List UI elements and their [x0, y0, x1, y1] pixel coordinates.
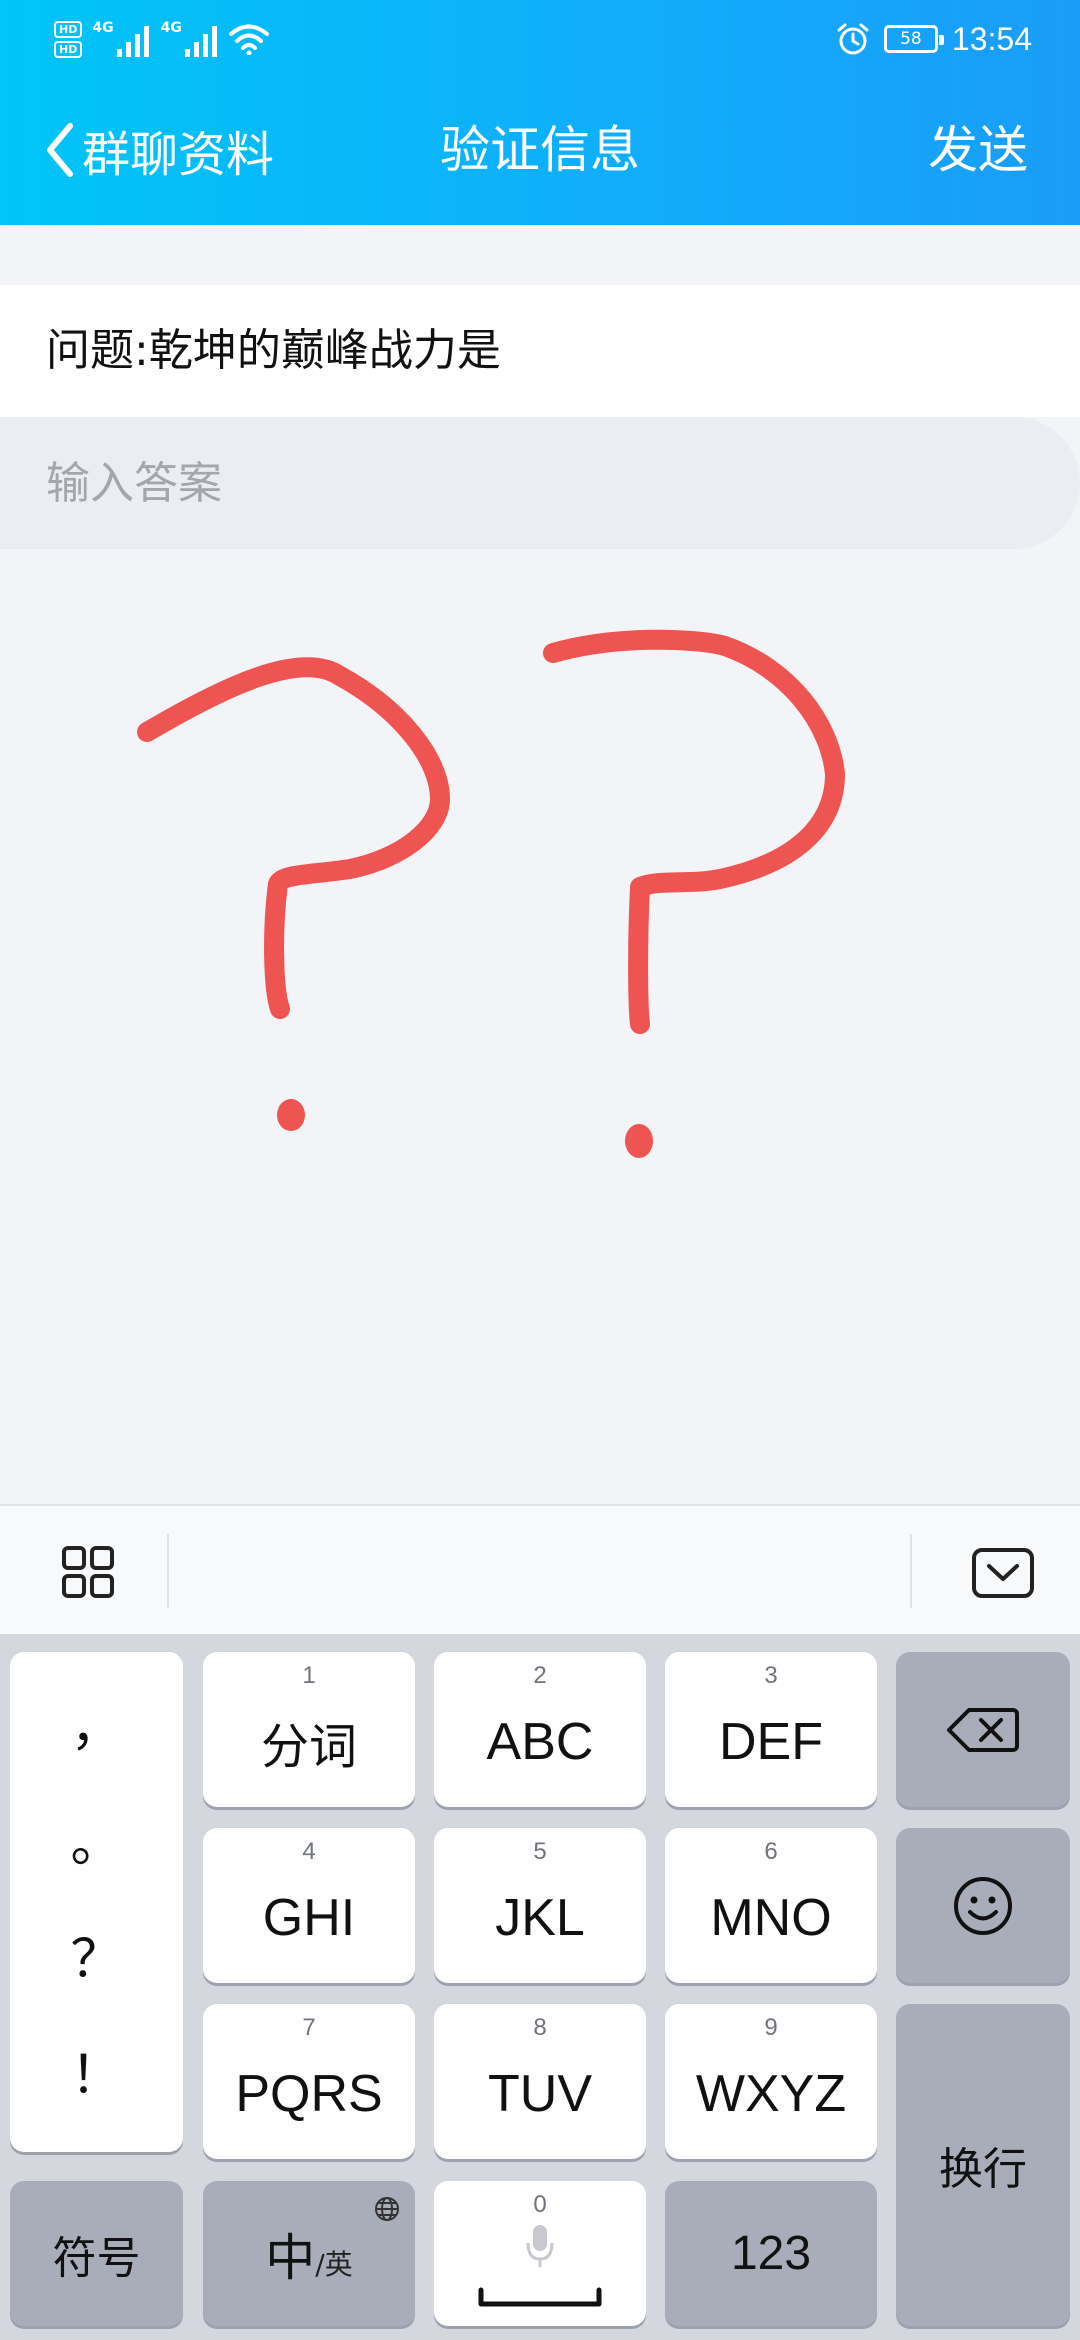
key-label: TUV	[488, 2064, 592, 2123]
punctuation-comma[interactable]: ，	[70, 1698, 122, 1758]
key-number: 7	[302, 2014, 316, 2041]
key-label: MNO	[710, 1888, 832, 1947]
signal-strength-icon	[184, 26, 217, 57]
key-label: ABC	[486, 1712, 594, 1771]
key-number: 2	[533, 1662, 547, 1689]
key-number: 4	[302, 1838, 316, 1865]
question-marks-doodle	[137, 629, 845, 1158]
t9-keyboard: ， 。 ？ ！ 1 分词 2 ABC 3 DEF 4 GHI 5 JKL 6 M…	[0, 1634, 1080, 2340]
key-label: JKL	[495, 1888, 585, 1947]
key-4-ghi[interactable]: 4 GHI	[203, 1828, 415, 1983]
numbers-key-label: 123	[730, 2227, 812, 2280]
language-english-label: /英	[315, 2247, 353, 2281]
key-number: 9	[764, 2014, 778, 2041]
key-number: 1	[302, 1662, 316, 1689]
alarm-clock-icon	[837, 23, 869, 55]
key-7-pqrs[interactable]: 7 PQRS	[203, 2004, 415, 2159]
key-label: WXYZ	[695, 2064, 847, 2123]
key-number: 5	[533, 1838, 547, 1865]
network-type-label: 4G	[92, 20, 114, 36]
key-label: PQRS	[235, 2064, 383, 2123]
punctuation-exclamation[interactable]: ！	[70, 2046, 122, 2106]
battery-icon: 58	[883, 25, 944, 53]
hide-keyboard-icon[interactable]	[972, 1548, 1034, 1598]
language-chinese-label: 中	[265, 2228, 316, 2287]
key-2-abc[interactable]: 2 ABC	[434, 1652, 646, 1807]
key-number: 3	[764, 1662, 778, 1689]
smiley-face-icon	[954, 1876, 1012, 1935]
key-8-tuv[interactable]: 8 TUV	[434, 2004, 646, 2159]
key-label: GHI	[262, 1888, 356, 1947]
hd-badge: HD	[54, 20, 83, 38]
language-switch-key[interactable]: 中 /英	[203, 2181, 415, 2326]
doodle-dot-right	[625, 1124, 653, 1158]
keyboard-toolbar	[0, 1504, 1080, 1634]
backspace-icon	[947, 1707, 1019, 1752]
space-bar-icon	[478, 2287, 602, 2307]
symbols-key-label: 符号	[52, 2232, 141, 2284]
emoji-key[interactable]	[896, 1828, 1070, 1983]
punctuation-question[interactable]: ？	[70, 1930, 122, 1990]
battery-level: 58	[900, 29, 922, 49]
enter-key-label: 换行	[939, 2144, 1027, 2195]
punctuation-key-column[interactable]: ， 。 ？ ！	[10, 1652, 183, 2152]
chevron-left-icon	[47, 123, 73, 177]
key-number: 0	[533, 2191, 547, 2218]
hd-badge: HD	[54, 40, 83, 58]
doodle-dot-left	[277, 1099, 305, 1131]
signal-strength-icon	[116, 26, 149, 57]
verification-question: 问题:乾坤的巅峰战力是	[0, 285, 1080, 417]
numbers-key[interactable]: 123	[665, 2181, 877, 2326]
key-5-jkl[interactable]: 5 JKL	[434, 1828, 646, 1983]
backspace-key[interactable]	[896, 1652, 1070, 1807]
microphone-icon[interactable]	[525, 2223, 555, 2269]
key-1-segment[interactable]: 1 分词	[203, 1652, 415, 1807]
key-9-wxyz[interactable]: 9 WXYZ	[665, 2004, 877, 2159]
key-label: DEF	[719, 1712, 823, 1771]
back-button[interactable]: 群聊资料	[44, 115, 274, 185]
key-label: 分词	[260, 1718, 357, 1775]
key-number: 8	[533, 2014, 547, 2041]
grid-menu-icon[interactable]	[62, 1546, 114, 1598]
key-number: 6	[764, 1838, 778, 1865]
clock-time: 13:54	[951, 20, 1032, 57]
space-key[interactable]: 0	[434, 2181, 646, 2326]
wifi-icon	[228, 24, 269, 55]
toolbar-divider	[910, 1534, 912, 1608]
punctuation-period[interactable]: 。	[70, 1814, 122, 1874]
send-button[interactable]: 发送	[928, 115, 1028, 185]
globe-icon	[375, 2197, 399, 2221]
toolbar-divider	[167, 1534, 169, 1608]
network-type-label: 4G	[160, 20, 182, 36]
answer-input[interactable]	[0, 417, 1080, 549]
symbols-key[interactable]: 符号	[10, 2181, 183, 2326]
key-3-def[interactable]: 3 DEF	[665, 1652, 877, 1807]
back-label: 群聊资料	[82, 127, 275, 183]
enter-key[interactable]: 换行	[896, 2004, 1070, 2326]
nav-bar: 群聊资料 验证信息 发送	[0, 75, 1080, 225]
header: HD HD 4G 4G 58 13:54 群聊资料 验证信息 发送	[0, 0, 1080, 225]
status-bar: HD HD 4G 4G 58 13:54	[0, 0, 1080, 75]
key-6-mno[interactable]: 6 MNO	[665, 1828, 877, 1983]
